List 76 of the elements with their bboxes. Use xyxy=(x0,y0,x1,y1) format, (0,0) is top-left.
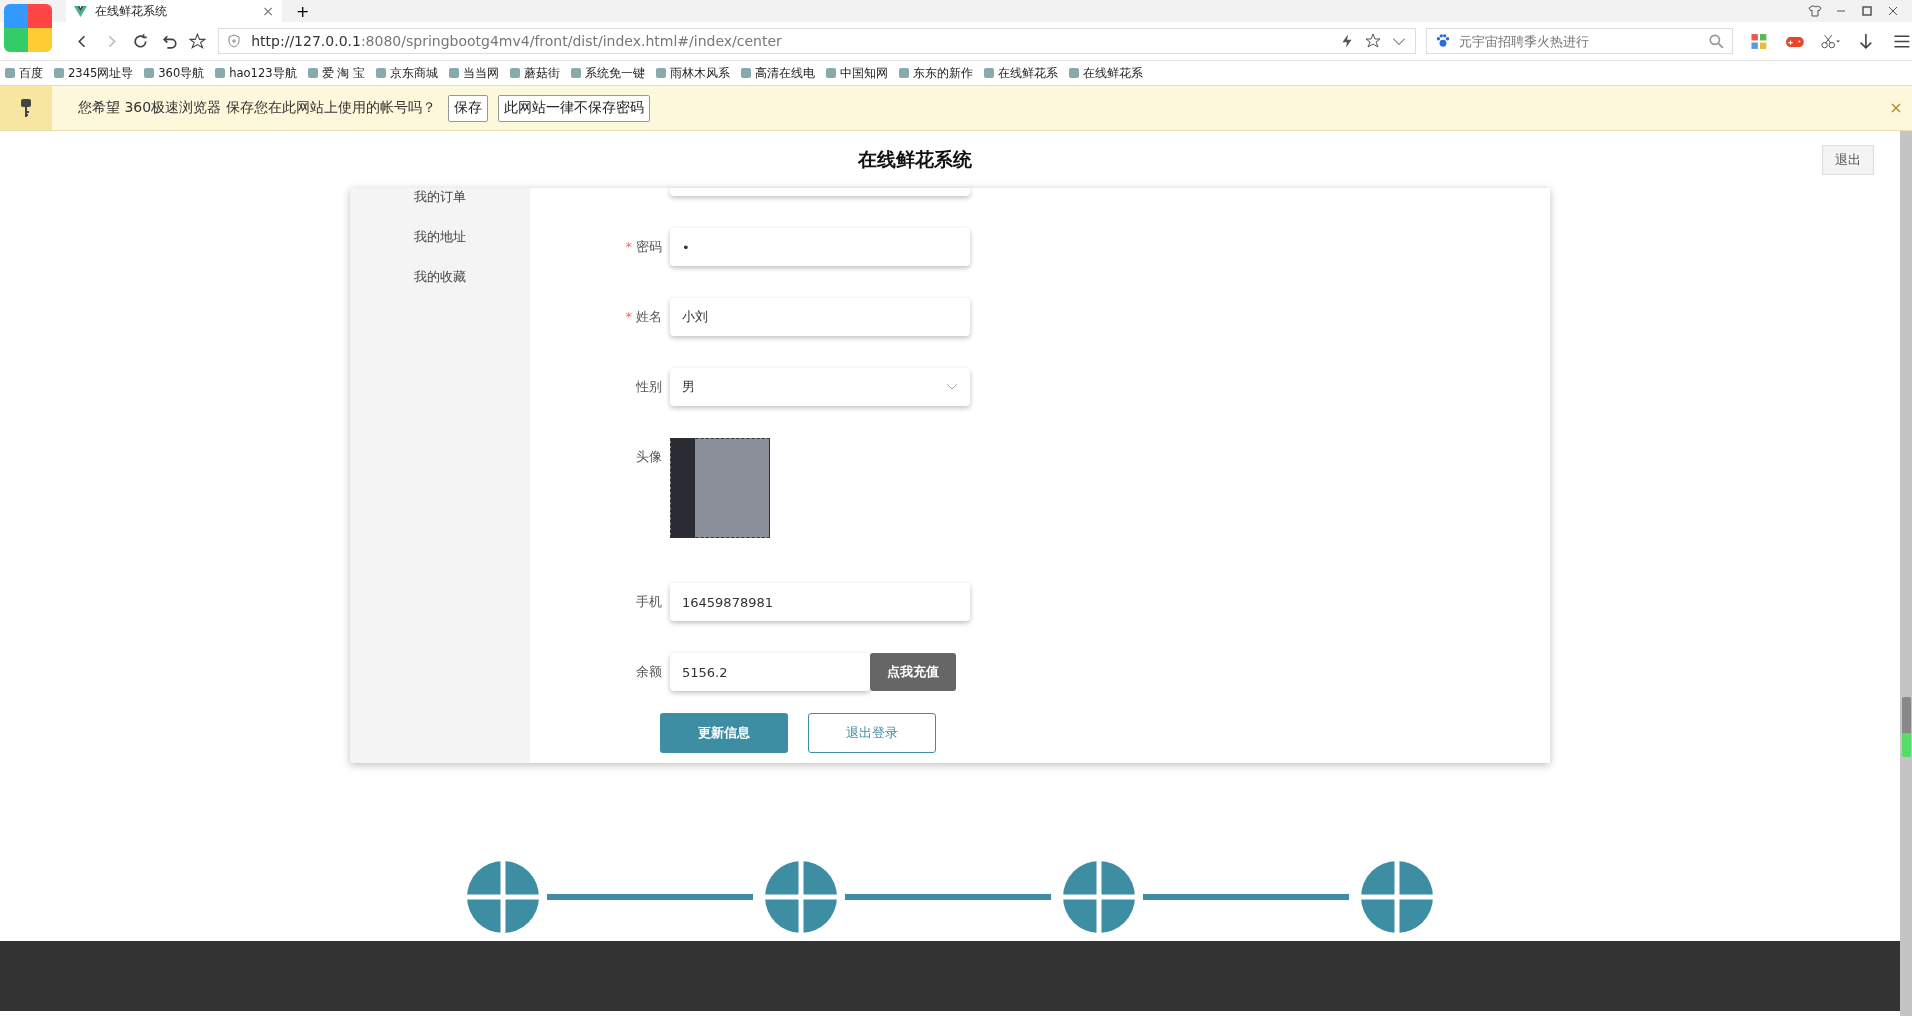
paw-icon xyxy=(1434,33,1451,49)
bookmark-favicon-icon xyxy=(982,67,995,79)
password-save-message: 您希望 360极速浏览器 保存您在此网站上使用的帐号吗？ xyxy=(78,99,436,117)
apps-icon[interactable] xyxy=(1748,32,1769,50)
bookmark-item[interactable]: 京东商城 xyxy=(374,65,438,81)
v-logo-icon xyxy=(74,5,87,17)
input-field[interactable]: 5156.2 xyxy=(670,653,870,691)
bookmark-favicon-icon xyxy=(1067,67,1080,79)
url-text: http://127.0.0.1:8080/springbootg4mv4/front/dist/index.html#/index/center xyxy=(251,33,782,49)
input-field[interactable]: • xyxy=(670,228,970,266)
star-icon[interactable] xyxy=(189,32,207,50)
field-label: * 密码 xyxy=(624,238,662,256)
shield-icon xyxy=(227,34,242,48)
maximize-icon[interactable] xyxy=(1860,5,1874,17)
field-label: * 姓名 xyxy=(624,308,662,326)
select-field[interactable]: 男 xyxy=(670,368,970,406)
bookmark-favicon-icon xyxy=(53,67,65,79)
bookmark-favicon-icon xyxy=(4,67,16,79)
skin-icon[interactable] xyxy=(1808,5,1822,17)
bookmark-item[interactable]: 360导航 xyxy=(143,65,205,81)
photo-placeholder[interactable] xyxy=(670,438,770,538)
reload-icon[interactable] xyxy=(131,32,149,50)
logout-button[interactable]: 退出登录 xyxy=(808,713,936,753)
search-field[interactable]: 元宇宙招聘季火热进行 xyxy=(1425,28,1733,54)
close-icon[interactable] xyxy=(1886,5,1900,17)
tab-close-button[interactable]: × xyxy=(262,3,274,19)
close-icon[interactable] xyxy=(1890,102,1902,114)
sidebar-item[interactable]: 我的收藏 xyxy=(414,257,466,297)
field-label: 性别 xyxy=(635,378,662,396)
bookmark-item[interactable]: 中国知网 xyxy=(824,65,888,81)
bookmark-item[interactable]: hao123导航 xyxy=(214,65,297,81)
bookmark-favicon-icon xyxy=(824,67,837,79)
bookmark-item[interactable]: 在线鲜花系 xyxy=(982,65,1058,81)
sidebar-item[interactable]: 我的订单 xyxy=(414,177,466,217)
bookmark-favicon-icon xyxy=(143,67,156,79)
scrollbar[interactable] xyxy=(1900,131,1912,1016)
bookmark-item[interactable]: 系统免一键 xyxy=(569,65,645,81)
scissors-icon[interactable] xyxy=(1820,32,1841,50)
bookmark-favicon-icon xyxy=(508,67,521,79)
search-icon[interactable] xyxy=(1707,33,1724,49)
bookmark-item[interactable]: 2345网址导 xyxy=(53,65,134,81)
tab-title: 在线鲜花系统 xyxy=(95,2,168,20)
bookmark-item[interactable]: 高清在线电 xyxy=(739,65,815,81)
menu-icon[interactable] xyxy=(1892,32,1912,50)
logout-button[interactable]: 退出 xyxy=(1822,145,1874,175)
bookmark-item[interactable]: 当当网 xyxy=(447,65,499,81)
bookmark-favicon-icon xyxy=(739,67,752,79)
field-label: 手机 xyxy=(635,593,662,611)
bookmark-favicon-icon xyxy=(569,67,582,79)
star-icon[interactable] xyxy=(1364,33,1381,49)
site-title: 在线鲜花系统 xyxy=(858,146,972,172)
bookmark-favicon-icon xyxy=(897,67,910,79)
bookmark-favicon-icon xyxy=(306,67,319,79)
new-tab-button[interactable]: + xyxy=(296,1,310,21)
input-field[interactable]: 小刘 xyxy=(670,298,970,336)
bookmark-item[interactable]: 雨林木风系 xyxy=(654,65,730,81)
bookmark-item[interactable]: 爱 淘 宝 xyxy=(306,65,365,81)
password-bar-button[interactable]: 此网站一律不保存密码 xyxy=(497,94,650,122)
bookmark-item[interactable]: 东东的新作 xyxy=(897,65,973,81)
bookmark-favicon-icon xyxy=(447,67,460,79)
bookmark-favicon-icon xyxy=(654,67,667,79)
bookmark-item[interactable]: 蘑菇街 xyxy=(508,65,560,81)
bookmark-favicon-icon xyxy=(214,67,227,79)
update-button[interactable]: 更新信息 xyxy=(660,713,788,753)
bookmark-item[interactable]: 在线鲜花系 xyxy=(1067,65,1143,81)
recharge-button[interactable]: 点我充值 xyxy=(870,653,956,691)
browser-tab[interactable]: 在线鲜花系统 × xyxy=(66,0,282,22)
input-field[interactable]: 16459878981 xyxy=(670,583,970,621)
field-label: 余额 xyxy=(635,663,662,681)
sidebar-item[interactable]: 我的地址 xyxy=(414,217,466,257)
password-bar-button[interactable]: 保存 xyxy=(447,94,488,122)
field-label: 头像 xyxy=(635,448,662,466)
input-field[interactable] xyxy=(670,188,970,196)
bookmark-item[interactable]: 百度 xyxy=(4,65,43,81)
bookmark-favicon-icon xyxy=(374,67,387,79)
address-bar[interactable]: http://127.0.0.1:8080/springbootg4mv4/front/dist/index.html#/index/center xyxy=(218,28,1416,54)
